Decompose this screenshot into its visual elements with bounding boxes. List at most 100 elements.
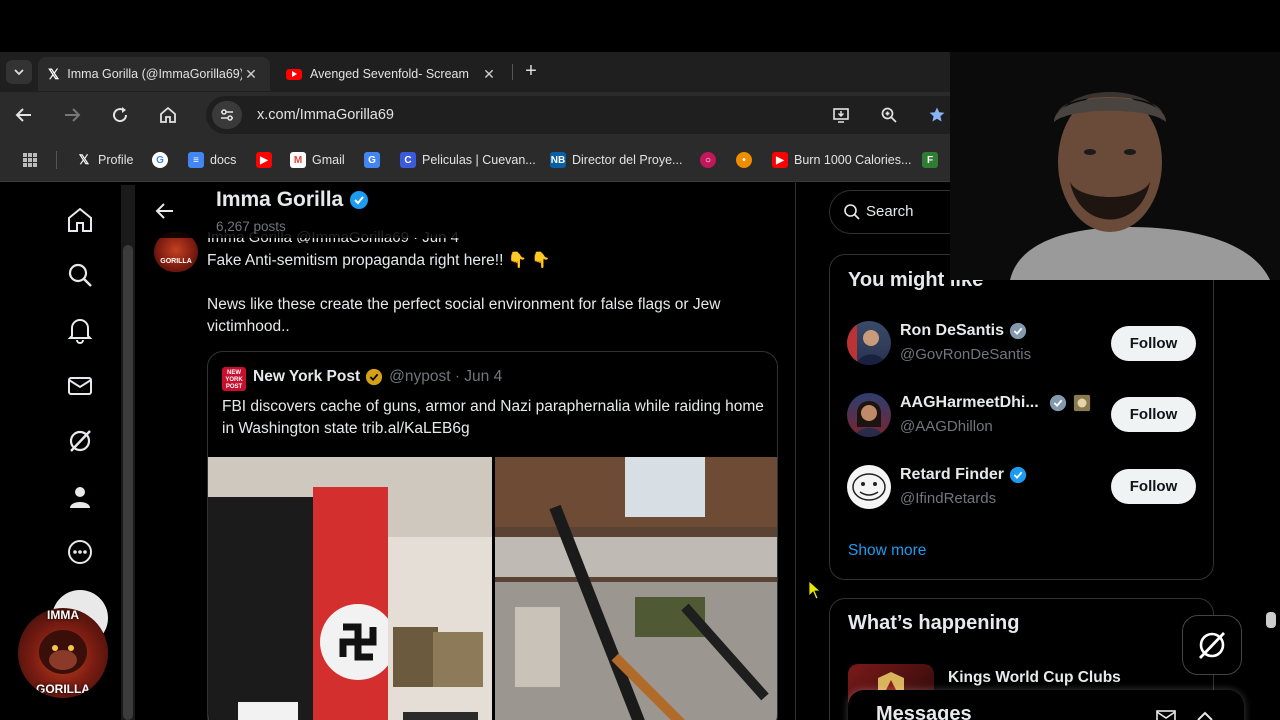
chevron-up-icon[interactable] xyxy=(1196,710,1214,720)
quoted-post[interactable]: NEW YORK POST New York Post @nypost · Ju… xyxy=(207,351,778,720)
more-circle-icon xyxy=(68,540,92,564)
cuevana-icon: C xyxy=(400,152,416,168)
person-photo-image xyxy=(855,401,883,437)
close-tab-icon[interactable]: ✕ xyxy=(480,66,498,83)
doj-seal-icon xyxy=(1073,394,1090,412)
avatar-label-bottom: GORILLA xyxy=(36,682,90,696)
nav-grok[interactable] xyxy=(64,425,96,457)
back-button[interactable] xyxy=(12,103,36,127)
mail-icon xyxy=(68,377,92,395)
bookmark-orange[interactable]: • xyxy=(736,150,758,170)
person-icon xyxy=(70,487,90,508)
nb-icon: NB xyxy=(550,152,566,168)
reload-icon xyxy=(113,107,128,123)
bookmark-label: Burn 1000 Calories... xyxy=(794,153,912,167)
nav-more[interactable] xyxy=(64,536,96,568)
suggestion-avatar-retard-finder[interactable] xyxy=(847,465,891,509)
bookmark-peliculas[interactable]: C Peliculas | Cuevan... xyxy=(400,150,536,170)
bookmark-profile[interactable]: 𝕏 Profile xyxy=(76,150,134,170)
quoted-post-header: New York Post @nypost · Jun 4 xyxy=(253,368,502,386)
bell-icon xyxy=(67,319,93,344)
account-avatar[interactable]: IMMA GORILLA xyxy=(18,608,108,698)
star-icon xyxy=(929,107,945,122)
suggestion-name[interactable]: AAGHarmeetDhi... xyxy=(900,394,1091,412)
search-icon xyxy=(68,263,92,287)
verified-badge-icon xyxy=(1009,466,1027,484)
post-author-avatar[interactable]: GORILLA xyxy=(154,232,198,272)
chevron-down-icon xyxy=(14,69,24,76)
new-tab-button[interactable]: + xyxy=(520,60,542,84)
posts-count: 6,267 posts xyxy=(216,219,286,234)
bookmark-google[interactable]: G xyxy=(152,150,174,170)
follow-button[interactable]: Follow xyxy=(1111,326,1196,361)
forward-button[interactable] xyxy=(60,103,84,127)
suggestion-avatar-desantis[interactable] xyxy=(847,321,891,365)
trend-name[interactable]: Kings World Cup Clubs xyxy=(948,669,1121,687)
tab-x-profile[interactable]: 𝕏 Imma Gorilla (@ImmaGorilla69) / X ✕ xyxy=(38,57,270,91)
x-logo-icon: 𝕏 xyxy=(78,152,90,167)
bookmark-label: Gmail xyxy=(312,153,345,167)
bookmark-translate[interactable]: G xyxy=(364,150,386,170)
grok-icon xyxy=(1198,632,1226,659)
verified-gold-badge-icon xyxy=(366,368,383,386)
grok-icon xyxy=(69,430,91,452)
bookmark-director[interactable]: NB Director del Proye... xyxy=(550,150,682,170)
verified-gray-badge-icon xyxy=(1009,322,1027,340)
suggestion-name[interactable]: Ron DeSantis xyxy=(900,322,1027,340)
tune-icon xyxy=(221,109,233,121)
quoted-image-flag[interactable] xyxy=(208,457,492,720)
nav-messages[interactable] xyxy=(64,370,96,402)
nav-profile[interactable] xyxy=(64,481,96,513)
nav-explore[interactable] xyxy=(64,259,96,291)
column-divider xyxy=(795,183,796,720)
bookmark-docs[interactable]: ≡ docs xyxy=(188,150,236,170)
follow-button[interactable]: Follow xyxy=(1111,469,1196,504)
suggestion-avatar-dhillon[interactable] xyxy=(847,393,891,437)
apps-button[interactable] xyxy=(22,150,38,170)
install-icon xyxy=(833,108,849,123)
nypost-logo-icon: NEW YORK POST xyxy=(222,367,246,391)
bookmark-more[interactable]: F xyxy=(922,150,944,170)
arrow-left-icon xyxy=(15,108,31,122)
bookmark-gmail[interactable]: M Gmail xyxy=(290,150,345,170)
search-icon xyxy=(844,204,860,220)
reload-button[interactable] xyxy=(108,103,132,127)
tab-divider xyxy=(512,64,513,80)
bookmark-youtube[interactable]: ▶ xyxy=(256,150,278,170)
verified-badge-icon xyxy=(350,191,369,209)
back-button[interactable] xyxy=(153,199,177,223)
mouse-cursor-icon xyxy=(808,580,822,600)
quoted-image-guns[interactable] xyxy=(495,457,777,720)
bookmark-label: Peliculas | Cuevan... xyxy=(422,153,536,167)
close-tab-icon[interactable]: ✕ xyxy=(242,66,260,83)
suggestion-name[interactable]: Retard Finder xyxy=(900,466,1027,484)
page-scrollbar-thumb[interactable] xyxy=(123,245,133,720)
bookmark-star-button[interactable] xyxy=(926,104,948,126)
zoom-button[interactable] xyxy=(878,104,900,126)
grok-button[interactable] xyxy=(1182,615,1242,675)
quoted-author-name: New York Post xyxy=(253,368,361,385)
site-info-button[interactable] xyxy=(212,101,242,129)
quoted-handle-date: @nypost · Jun 4 xyxy=(389,368,503,385)
url-text[interactable]: x.com/ImmaGorilla69 xyxy=(257,107,394,123)
bookmark-burn-calories[interactable]: ▶ Burn 1000 Calories... xyxy=(772,150,911,170)
bookmark-label: Director del Proye... xyxy=(572,153,683,167)
bookmark-donut[interactable]: ○ xyxy=(700,150,722,170)
new-message-icon[interactable] xyxy=(1156,710,1176,720)
apps-grid-icon xyxy=(23,153,37,167)
show-more-link[interactable]: Show more xyxy=(848,542,926,560)
suggestion-name-text: AAGHarmeetDhi... xyxy=(900,394,1039,411)
sidebar-scrollbar-thumb[interactable] xyxy=(1266,612,1276,628)
install-app-button[interactable] xyxy=(830,104,852,126)
whats-happening-title: What’s happening xyxy=(848,612,1020,634)
home-button[interactable] xyxy=(156,103,180,127)
orange-icon: • xyxy=(736,152,752,168)
tab-search-button[interactable] xyxy=(6,60,32,84)
messages-title: Messages xyxy=(876,703,972,720)
youtube-icon: ▶ xyxy=(256,152,272,168)
nav-notifications[interactable] xyxy=(64,314,96,346)
tab-youtube[interactable]: Avenged Sevenfold- Scream ✕ xyxy=(278,57,506,91)
follow-button[interactable]: Follow xyxy=(1111,397,1196,432)
nav-home[interactable] xyxy=(64,204,96,236)
screen: 𝕏 Imma Gorilla (@ImmaGorilla69) / X ✕ Av… xyxy=(0,0,1280,720)
